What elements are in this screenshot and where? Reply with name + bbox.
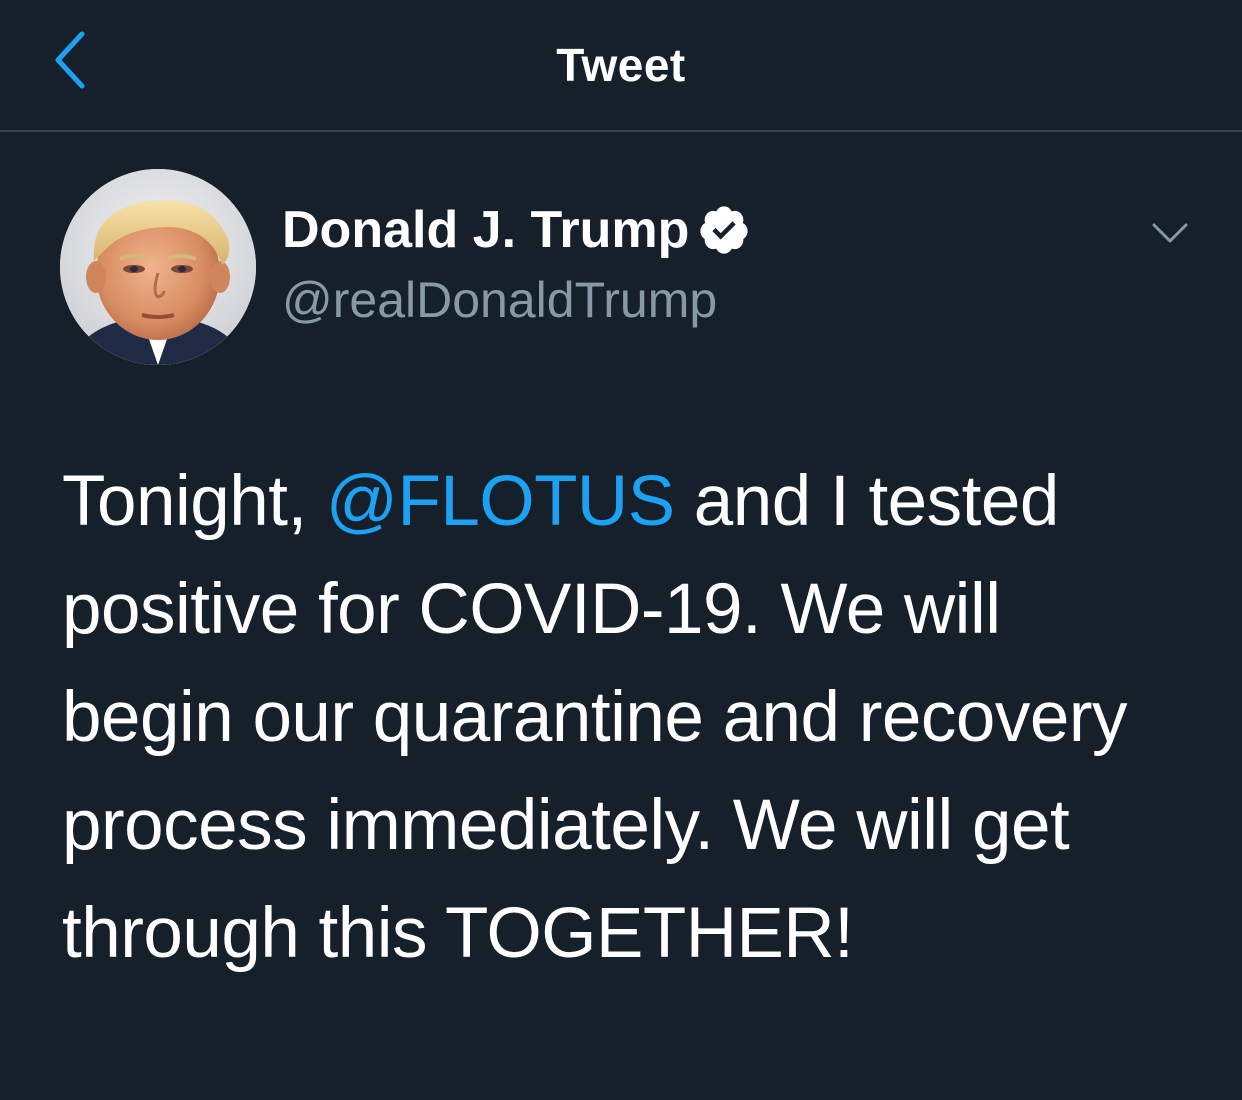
avatar-image	[60, 169, 256, 365]
page-title: Tweet	[556, 39, 686, 91]
user-handle[interactable]: @realDonaldTrump	[282, 271, 717, 329]
tweet-text-start: Tonight,	[62, 462, 326, 541]
verified-badge-icon	[697, 203, 751, 257]
tweet-options-button[interactable]	[1140, 205, 1200, 261]
mention-link[interactable]: @FLOTUS	[326, 462, 675, 541]
author-name-row[interactable]: Donald J. Trump	[282, 200, 751, 260]
chevron-down-icon	[1152, 223, 1188, 243]
avatar[interactable]	[60, 169, 256, 365]
navigation-bar: Tweet	[0, 0, 1242, 132]
display-name[interactable]: Donald J. Trump	[282, 200, 689, 260]
tweet-text: Tonight, @FLOTUS and I tested positive f…	[62, 448, 1182, 988]
